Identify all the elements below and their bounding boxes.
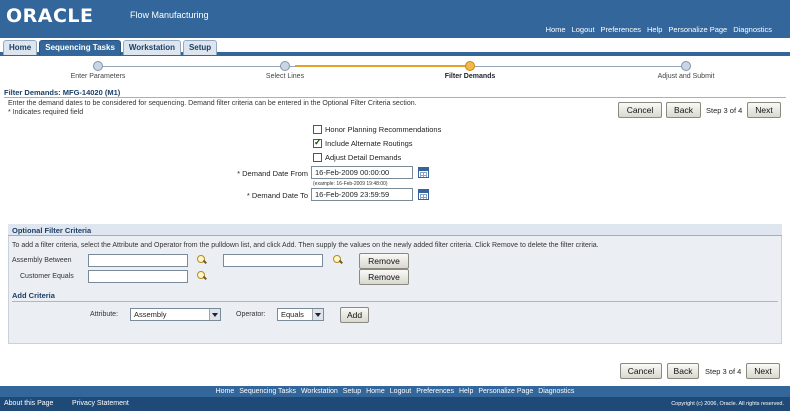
- global-links: Home Logout Preferences Help Personalize…: [546, 25, 772, 34]
- operator-select-value: Equals: [281, 310, 304, 319]
- next-button-top[interactable]: Next: [747, 102, 781, 118]
- search-icon-customer[interactable]: [197, 271, 207, 281]
- attribute-select[interactable]: Assembly: [130, 308, 221, 321]
- add-criteria-divider: [12, 301, 778, 302]
- customer-equals-label: Customer Equals: [20, 273, 74, 280]
- adjust-detail-label: Adjust Detail Demands: [325, 153, 402, 162]
- train-station-dot-1[interactable]: [93, 61, 103, 71]
- global-link-diagnostics[interactable]: Diagnostics: [733, 25, 772, 34]
- footer-link-sequencing-tasks[interactable]: Sequencing Tasks: [239, 386, 296, 397]
- train-station-dot-3: [465, 61, 475, 71]
- remove-customer-button[interactable]: Remove: [359, 269, 409, 285]
- cancel-button-bottom[interactable]: Cancel: [620, 363, 662, 379]
- global-link-personalize-page[interactable]: Personalize Page: [668, 25, 727, 34]
- back-button-top[interactable]: Back: [666, 102, 701, 118]
- required-star: *: [8, 109, 11, 116]
- footer-link-setup[interactable]: Setup: [343, 386, 361, 397]
- optional-filter-header: Optional Filter Criteria: [8, 224, 782, 236]
- title-divider: [4, 97, 786, 98]
- train-station-select-lines[interactable]: Select Lines: [266, 73, 304, 80]
- add-criteria-header: Add Criteria: [12, 291, 55, 300]
- footer-link-help[interactable]: Help: [459, 386, 473, 397]
- train-station-dot-4[interactable]: [681, 61, 691, 71]
- optional-filter-instructions: To add a filter criteria, select the Att…: [12, 242, 599, 249]
- copyright-text: Copyright (c) 2006, Oracle. All rights r…: [671, 401, 784, 407]
- assembly-from-field[interactable]: [88, 254, 188, 267]
- demand-date-to-field[interactable]: 16-Feb-2009 23:59:59: [311, 188, 413, 201]
- demand-date-from-field[interactable]: 16-Feb-2009 00:00:00: [311, 166, 413, 179]
- footer-link-personalize-page[interactable]: Personalize Page: [478, 386, 533, 397]
- assembly-between-label: Assembly Between: [12, 257, 72, 264]
- global-link-logout[interactable]: Logout: [572, 25, 595, 34]
- footer-links: Home Sequencing Tasks Workstation Setup …: [0, 386, 790, 397]
- honor-planning-checkbox[interactable]: [313, 125, 322, 134]
- include-alternate-label: Include Alternate Routings: [325, 139, 413, 148]
- tab-home[interactable]: Home: [3, 40, 38, 55]
- honor-planning-label: Honor Planning Recommendations: [325, 125, 442, 134]
- required-note: * Indicates required field: [8, 109, 83, 116]
- attribute-label: Attribute:: [90, 311, 119, 318]
- footer-link-home[interactable]: Home: [216, 386, 235, 397]
- honor-planning-option[interactable]: Honor Planning Recommendations: [313, 125, 441, 134]
- chevron-down-icon: [312, 309, 323, 320]
- remove-assembly-button[interactable]: Remove: [359, 253, 409, 269]
- customer-field[interactable]: [88, 270, 188, 283]
- footer-link-home-global[interactable]: Home: [366, 386, 385, 397]
- date-format-hint: (example: 16-Feb-2009 19:48:00): [313, 181, 388, 187]
- tab-sequencing-tasks[interactable]: Sequencing Tasks: [39, 40, 121, 55]
- demand-date-to-label-text: Demand Date To: [251, 191, 308, 200]
- global-link-home[interactable]: Home: [546, 25, 566, 34]
- app-title: Flow Manufacturing: [130, 10, 209, 20]
- tab-bar: Home Sequencing Tasks Workstation Setup: [0, 38, 790, 56]
- train-station-adjust-and-submit[interactable]: Adjust and Submit: [658, 73, 715, 80]
- cancel-button-top[interactable]: Cancel: [618, 102, 662, 118]
- operator-select[interactable]: Equals: [277, 308, 324, 321]
- search-icon-assembly-to[interactable]: [333, 255, 343, 265]
- train-station-filter-demands: Filter Demands: [444, 73, 496, 80]
- footer-link-logout[interactable]: Logout: [390, 386, 411, 397]
- back-button-bottom[interactable]: Back: [667, 363, 699, 379]
- page-title: Filter Demands: MFG-14020 (M1): [4, 88, 121, 97]
- step-indicator-bottom: Step 3 of 4: [705, 367, 742, 376]
- attribute-label-text: Attribute: [90, 311, 117, 318]
- next-button-bottom[interactable]: Next: [746, 363, 780, 379]
- demand-date-to-label: * Demand Date To: [246, 191, 308, 200]
- global-link-preferences[interactable]: Preferences: [601, 25, 641, 34]
- footer-link-diagnostics[interactable]: Diagnostics: [538, 386, 574, 397]
- demand-date-from-label: * Demand Date From: [237, 169, 308, 178]
- train-station-enter-parameters[interactable]: Enter Parameters: [71, 73, 126, 80]
- operator-label: Operator:: [236, 311, 266, 318]
- about-this-page-link[interactable]: About this Page: [4, 400, 53, 407]
- operator-label-text: Operator: [236, 311, 264, 318]
- adjust-detail-checkbox[interactable]: [313, 153, 322, 162]
- tab-workstation[interactable]: Workstation: [122, 40, 181, 55]
- footer-link-workstation[interactable]: Workstation: [301, 386, 338, 397]
- tab-setup[interactable]: Setup: [182, 40, 218, 55]
- page-instructions: Enter the demand dates to be considered …: [8, 100, 417, 107]
- add-criteria-button[interactable]: Add: [340, 307, 369, 323]
- search-icon-assembly-from[interactable]: [197, 255, 207, 265]
- include-alternate-checkbox[interactable]: [313, 137, 322, 148]
- oracle-logo: ORACLE: [6, 5, 94, 27]
- demand-date-from-label-text: Demand Date From: [242, 169, 308, 178]
- process-train: Enter Parameters Select Lines Filter Dem…: [0, 58, 790, 84]
- include-alternate-option[interactable]: Include Alternate Routings: [313, 137, 413, 148]
- train-station-dot-2[interactable]: [280, 61, 290, 71]
- calendar-icon-to[interactable]: [418, 189, 429, 200]
- privacy-statement-link[interactable]: Privacy Statement: [72, 400, 129, 407]
- calendar-icon-from[interactable]: [418, 167, 429, 178]
- train-line-active: [295, 65, 470, 67]
- adjust-detail-option[interactable]: Adjust Detail Demands: [313, 153, 401, 162]
- global-link-help[interactable]: Help: [647, 25, 662, 34]
- footer-link-preferences[interactable]: Preferences: [416, 386, 454, 397]
- attribute-select-value: Assembly: [134, 310, 167, 319]
- assembly-to-field[interactable]: [223, 254, 323, 267]
- global-header: ORACLE Flow Manufacturing Home Logout Pr…: [0, 0, 790, 38]
- required-note-text: Indicates required field: [12, 109, 84, 116]
- chevron-down-icon: [209, 309, 220, 320]
- step-indicator-top: Step 3 of 4: [706, 106, 743, 115]
